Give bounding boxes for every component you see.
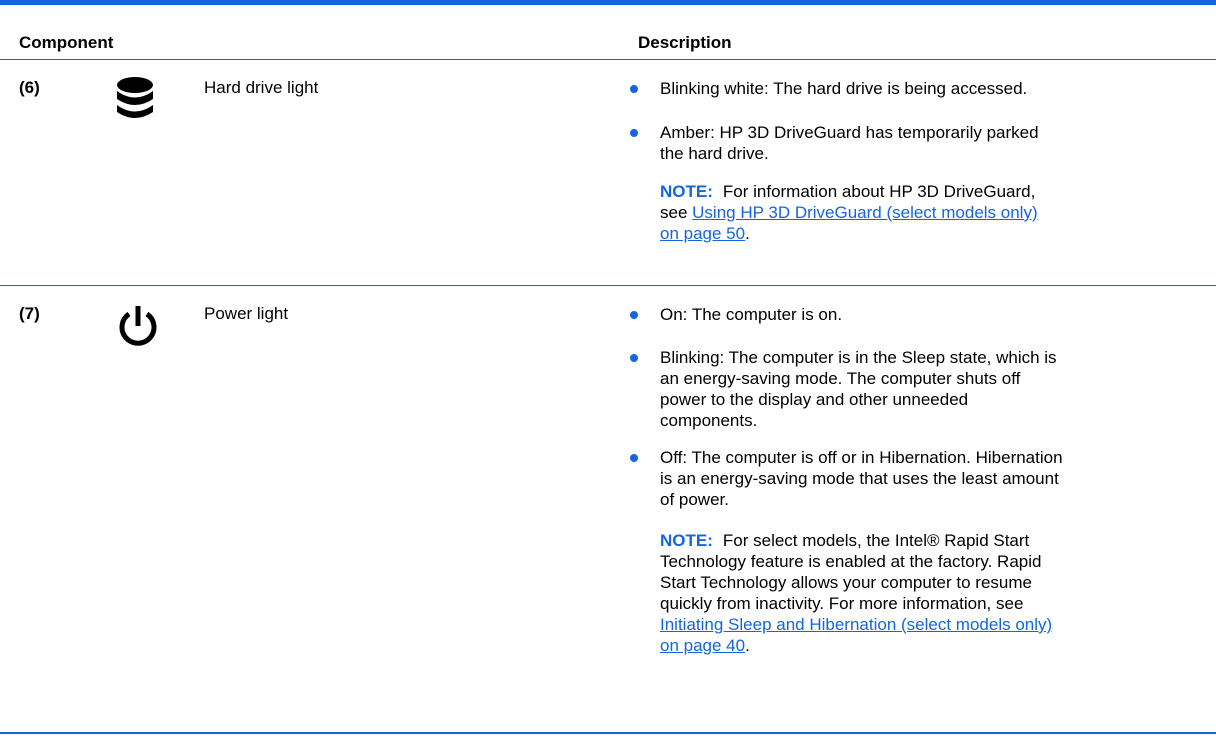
bullet-icon (630, 354, 638, 362)
list-item: Off: The computer is off or in Hibernati… (630, 447, 1216, 510)
header-description: Description (638, 33, 732, 52)
bullet-icon (630, 454, 638, 462)
list-item: Blinking: The computer is in the Sleep s… (630, 347, 1216, 431)
table-header: Component Description (0, 5, 1216, 60)
component-name: Power light (204, 304, 289, 323)
note-label: NOTE: (660, 182, 713, 201)
bullet-icon (630, 129, 638, 137)
note: NOTE: For select models, the Intel® Rapid… (660, 531, 1053, 655)
table-row-power-light: (7) Power light On: The computer is on. … (0, 286, 1216, 734)
bullet-icon (630, 311, 638, 319)
table-row-hard-drive-light: (6) Hard drive light Blinking white: The… (0, 60, 1216, 286)
note: NOTE: For information about HP 3D DriveGu… (660, 182, 1038, 243)
hard-drive-icon (116, 76, 154, 127)
link-on-page-40[interactable]: on page 40 (660, 636, 745, 655)
bullet-icon (630, 85, 638, 93)
list-item: Blinking white: The hard drive is being … (630, 78, 1216, 99)
power-icon (116, 304, 160, 355)
row-number: (7) (19, 304, 40, 323)
list-item: Amber: HP 3D DriveGuard has temporarily … (630, 122, 1216, 164)
component-name: Hard drive light (204, 78, 319, 97)
list-item: On: The computer is on. (630, 304, 1216, 325)
header-component: Component (19, 33, 114, 52)
link-using-hp-3d-driveguard[interactable]: Using HP 3D DriveGuard (select models on… (692, 203, 1037, 222)
link-initiating-sleep-and-hibernation[interactable]: Initiating Sleep and Hibernation (select… (660, 615, 1052, 634)
note-label: NOTE: (660, 531, 713, 550)
row-number: (6) (19, 78, 40, 97)
link-on-page-50[interactable]: on page 50 (660, 224, 745, 243)
